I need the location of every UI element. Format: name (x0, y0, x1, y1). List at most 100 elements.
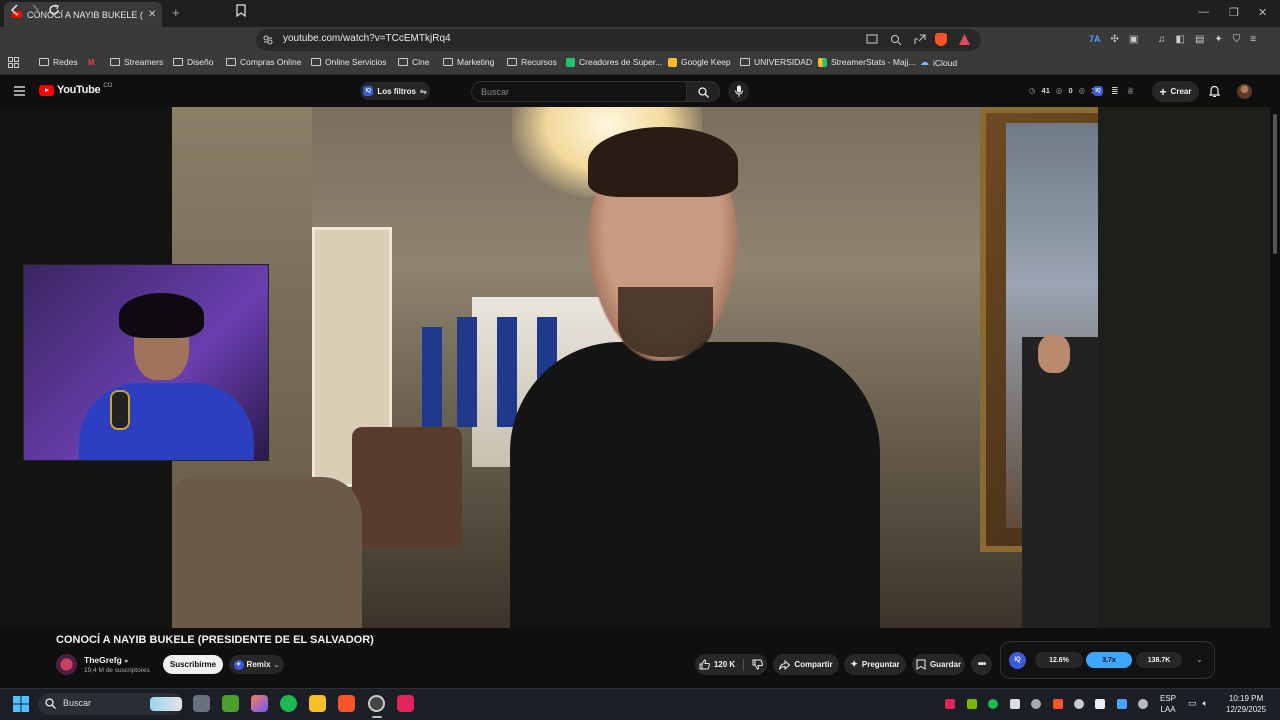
search-input[interactable]: Buscar (471, 81, 687, 102)
channel-avatar[interactable] (56, 654, 77, 675)
trophy-icon[interactable]: ♕ (1127, 86, 1135, 97)
brave-rewards-icon[interactable] (958, 33, 971, 46)
photos-icon[interactable] (251, 695, 268, 712)
spotify-icon[interactable] (280, 695, 297, 712)
windows-start-icon[interactable] (13, 696, 29, 712)
leo-ai-icon[interactable]: ✦ (1214, 34, 1222, 45)
brave-browser-icon[interactable] (338, 695, 355, 712)
translate-icon[interactable]: 7A (1089, 34, 1101, 45)
bookmark-icon[interactable] (236, 4, 246, 17)
minimize-icon[interactable]: — (1198, 6, 1209, 18)
obs-icon[interactable] (368, 695, 385, 712)
thumbs-down-icon (752, 659, 764, 670)
new-tab-icon[interactable]: + (172, 5, 180, 20)
page-scrollbar[interactable] (1270, 107, 1280, 688)
steam-tray-icon[interactable] (1117, 699, 1127, 709)
dislike-button[interactable] (752, 659, 764, 670)
minecraft-icon[interactable] (222, 695, 239, 712)
gmail-icon[interactable]: M (88, 58, 95, 67)
zoom-icon[interactable] (890, 34, 902, 45)
task-view-icon[interactable] (193, 695, 210, 712)
user-avatar[interactable] (1237, 84, 1252, 99)
folder-icon (39, 58, 49, 66)
bookmark-online-servicios[interactable]: Online Servicios (311, 57, 386, 67)
app-tray-icon[interactable] (1138, 699, 1148, 709)
stat-percentage: 12.6% (1035, 652, 1083, 668)
channel-name[interactable]: TheGrefg ● (84, 655, 128, 665)
like-button[interactable]: 120 K (699, 659, 735, 670)
extension-counters[interactable]: ◷41 ◎0 ◎1 (1029, 86, 1095, 95)
wallet-icon[interactable]: ▤ (1195, 34, 1204, 45)
cast-icon[interactable] (866, 34, 878, 45)
bookmark-google-keep[interactable]: Google Keep (668, 57, 731, 67)
sliders-icon: ⇋ (419, 86, 427, 96)
site-info-icon[interactable] (263, 35, 273, 45)
remix-button[interactable]: ✦ Remix ⌄ (229, 655, 284, 674)
bookmark-universidad[interactable]: UNIVERSIDAD (740, 57, 812, 67)
bookmark-diseno[interactable]: Diseño (173, 57, 213, 67)
share-page-icon[interactable] (914, 34, 926, 45)
bookmark-compras-online[interactable]: Compras Online (226, 57, 301, 67)
spotify-tray-icon[interactable] (988, 699, 998, 709)
share-button[interactable]: Compartir (773, 654, 839, 675)
obs-tray-icon[interactable] (1074, 699, 1084, 709)
app-tray-icon[interactable] (1095, 699, 1105, 709)
bookmark-redes[interactable]: Redes (39, 57, 78, 67)
apps-grid-icon[interactable] (8, 57, 19, 68)
hamburger-menu-icon[interactable] (14, 86, 25, 96)
discord-tray-icon[interactable] (1031, 699, 1041, 709)
media-icon[interactable]: ♫ (1158, 34, 1166, 45)
streamerstats-icon (818, 57, 827, 67)
close-window-icon[interactable]: ✕ (1258, 6, 1267, 19)
tab-close-icon[interactable]: ✕ (148, 9, 162, 20)
menu-icon[interactable]: ≡ (1250, 34, 1256, 45)
reader-icon[interactable]: ▣ (1129, 34, 1138, 45)
language-indicator[interactable]: ESP LAA (1160, 693, 1176, 715)
bookmark-streamers[interactable]: Streamers (110, 57, 163, 67)
filters-button[interactable]: IQ Los filtros ⇋ (360, 82, 430, 100)
tiktok-icon[interactable] (397, 695, 414, 712)
extensions-icon[interactable]: ✣ (1111, 34, 1119, 45)
chevron-down-icon[interactable]: ⌄ (1196, 655, 1203, 664)
system-clock[interactable]: 10:19 PM 12/29/2025 (1226, 693, 1266, 715)
back-icon[interactable] (9, 4, 21, 16)
vpn-icon[interactable]: ⛉ (1233, 34, 1241, 45)
tiktok-tray-icon[interactable] (945, 699, 955, 709)
file-explorer-icon[interactable] (309, 695, 326, 712)
search-button[interactable] (686, 81, 720, 102)
iq-extension-icon[interactable]: IQ (1093, 86, 1103, 96)
bookmark-streamerstats[interactable]: StreamerStats - Majj... (818, 57, 916, 67)
iq-logo-icon[interactable]: IQ (1009, 652, 1026, 669)
nvidia-tray-icon[interactable] (967, 699, 977, 709)
network-icon[interactable]: ▭ (1188, 698, 1197, 709)
browser-tab[interactable]: CONOCÍ A NAYIB BUKELE (PRESI… ✕ (4, 2, 162, 27)
circle-icon: ◎ (1055, 86, 1063, 95)
more-actions-button[interactable]: ••• (971, 654, 992, 675)
volume-icon[interactable]: 🔈︎ (1203, 698, 1208, 709)
subscriber-count: 19,4 M de suscriptores (84, 667, 150, 674)
reload-icon[interactable] (48, 4, 60, 16)
subscribe-button[interactable]: Suscribirme (163, 655, 223, 674)
bookmark-recursos[interactable]: Recursos (507, 57, 557, 67)
sidebar-icon[interactable]: ◧ (1176, 34, 1185, 45)
create-button[interactable]: + Crear (1152, 81, 1199, 102)
bookmark-icloud[interactable]: ☁ iCloud (920, 57, 957, 68)
bookmark-cine[interactable]: Cine (398, 57, 429, 67)
list-icon[interactable]: ≣ (1111, 86, 1119, 97)
brave-shields-icon[interactable] (935, 33, 947, 46)
ask-button[interactable]: ✦ Preguntar (844, 654, 906, 675)
chevron-down-icon: ⌄ (273, 661, 280, 669)
plus-icon: + (1159, 84, 1167, 99)
maximize-icon[interactable]: ❐ (1229, 6, 1239, 19)
app-tray-icon[interactable] (1010, 699, 1020, 709)
video-player[interactable] (0, 107, 1270, 628)
forward-icon[interactable] (29, 4, 41, 16)
notifications-bell-icon[interactable] (1209, 85, 1220, 97)
bookmark-creadores[interactable]: Creadores de Super... (566, 57, 662, 67)
voice-search-button[interactable] (728, 81, 749, 102)
brave-tray-icon[interactable] (1053, 699, 1063, 709)
host-person (510, 127, 880, 628)
save-button[interactable]: Guardar (912, 654, 965, 675)
bookmark-marketing[interactable]: Marketing (443, 57, 494, 67)
youtube-logo[interactable]: YouTube CO (39, 83, 112, 96)
